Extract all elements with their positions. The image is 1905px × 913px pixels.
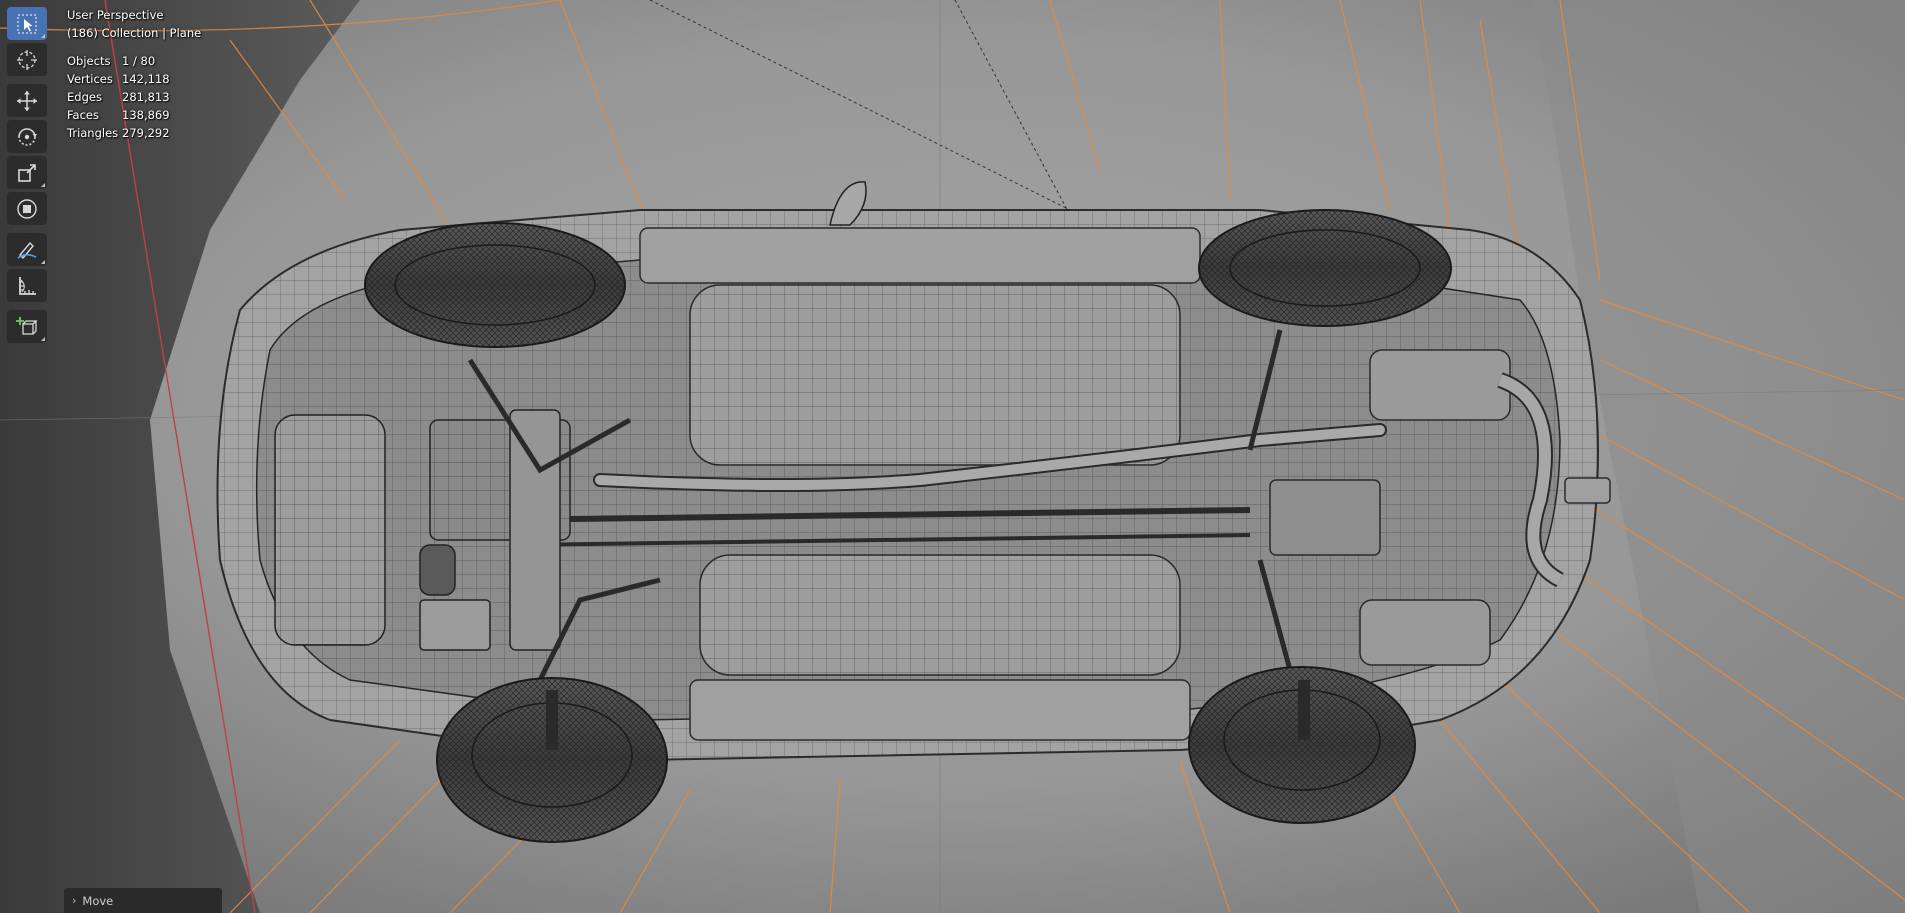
- measure-icon: [19, 276, 36, 295]
- scale-icon: [18, 163, 36, 182]
- cursor-tool[interactable]: [7, 43, 47, 76]
- viewport-scene[interactable]: [0, 0, 1905, 913]
- perspective-label: User Perspective: [67, 8, 164, 22]
- stat-triangles-label: Triangles: [67, 126, 119, 140]
- wheel-rear-bottom: [1188, 666, 1416, 824]
- move-tool[interactable]: [7, 84, 47, 117]
- transform-icon: [17, 198, 37, 219]
- select-box-icon: [17, 14, 37, 33]
- stat-triangles: Triangles 279,292: [67, 124, 201, 142]
- viewport-overlay-info: User Perspective (186) Collection | Plan…: [67, 6, 201, 142]
- last-operation-panel[interactable]: › Move: [64, 888, 222, 913]
- stat-vertices-value: 142,118: [122, 72, 170, 86]
- stat-edges-label: Edges: [67, 90, 102, 104]
- wheel-rear-top: [1198, 209, 1452, 327]
- chevron-right-icon[interactable]: ›: [72, 894, 76, 907]
- 3d-viewport[interactable]: User Perspective (186) Collection | Plan…: [0, 0, 1905, 913]
- rotate-icon: [18, 127, 37, 146]
- stat-vertices-label: Vertices: [67, 72, 113, 86]
- stat-faces-value: 138,869: [122, 108, 170, 122]
- move-icon: [17, 90, 37, 111]
- scene-statistics: Objects 1 / 80 Vertices 142,118 Edges 28…: [67, 52, 201, 142]
- wheel-front-bottom: [436, 677, 668, 843]
- stat-faces-label: Faces: [67, 108, 99, 122]
- scale-tool[interactable]: [7, 156, 47, 189]
- stat-vertices: Vertices 142,118: [67, 70, 201, 88]
- add-cube-tool[interactable]: [7, 310, 47, 343]
- wheel-front-top: [364, 222, 626, 348]
- cursor-icon: [17, 49, 37, 70]
- rotate-tool[interactable]: [7, 120, 47, 153]
- stat-objects: Objects 1 / 80: [67, 52, 201, 70]
- add-cube-icon: [16, 316, 38, 335]
- measure-tool[interactable]: [7, 269, 47, 302]
- transform-tool[interactable]: [7, 192, 47, 225]
- annotate-tool[interactable]: [7, 233, 47, 266]
- collection-label: (186) Collection | Plane: [67, 26, 202, 40]
- select-box-tool[interactable]: [7, 7, 47, 40]
- stat-triangles-value: 279,292: [122, 126, 170, 140]
- stat-edges: Edges 281,813: [67, 88, 201, 106]
- stat-faces: Faces 138,869: [67, 106, 201, 124]
- stat-objects-value: 1 / 80: [122, 54, 156, 68]
- annotate-icon: [17, 241, 37, 259]
- tool-shelf: [7, 7, 47, 346]
- stat-objects-label: Objects: [67, 54, 111, 68]
- stat-edges-value: 281,813: [122, 90, 170, 104]
- last-operation-label[interactable]: Move: [82, 894, 113, 908]
